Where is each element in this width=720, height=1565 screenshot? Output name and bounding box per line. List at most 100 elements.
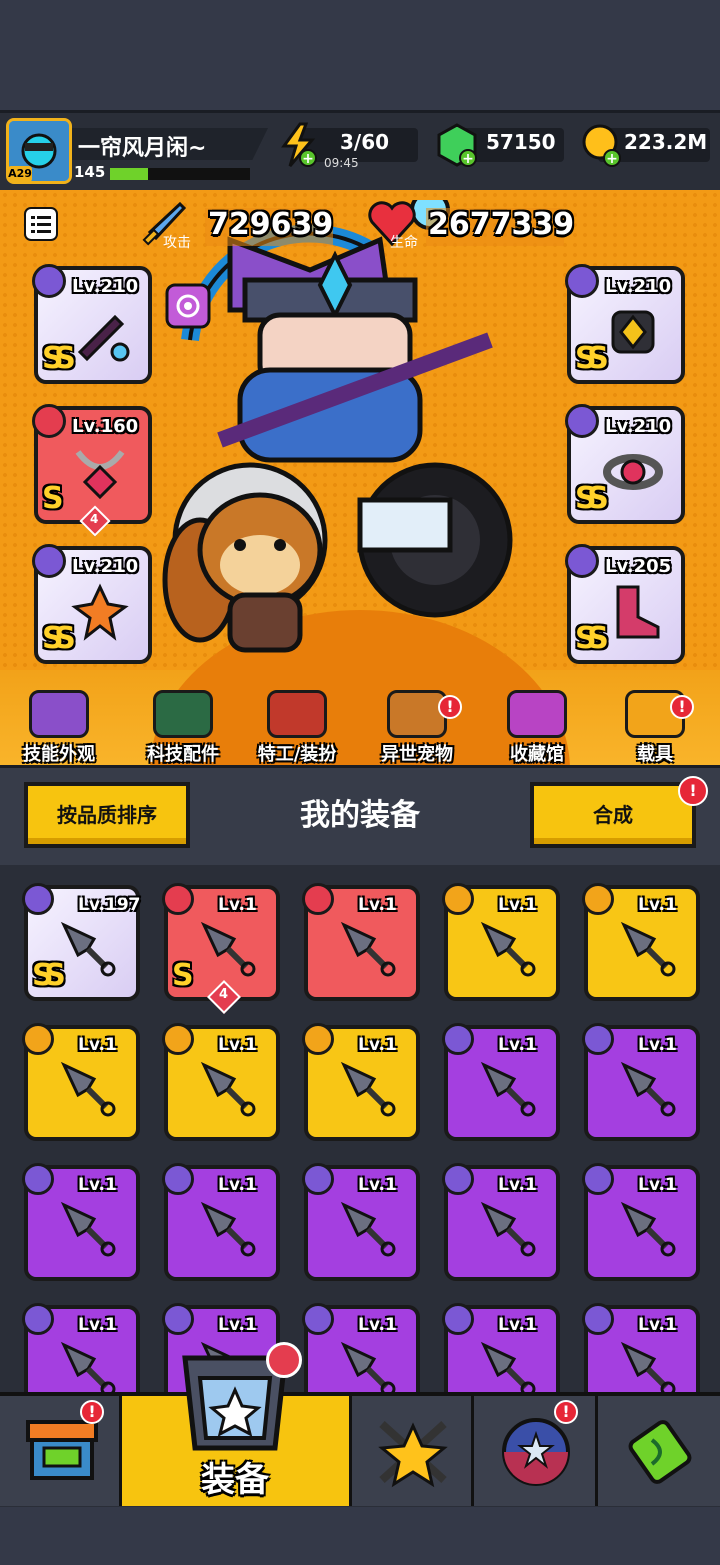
equipment-type-icon [22, 883, 54, 915]
equipment-type-icon [582, 883, 614, 915]
slot-weapon[interactable]: Lv.210 SS [32, 264, 152, 384]
nav-gacha[interactable] [474, 1396, 598, 1506]
kunai-item-icon [200, 1201, 256, 1257]
equipment-card[interactable]: Lv.1 [22, 1163, 140, 1281]
energy-value: 3/60 [340, 130, 390, 154]
slot-armor[interactable]: Lv.210 SS [565, 264, 685, 384]
gem-icon: + [437, 123, 477, 167]
nav-skills[interactable] [352, 1396, 474, 1506]
kunai-item-icon [480, 1341, 536, 1397]
pet-squirrel-menu-icon [387, 690, 447, 738]
equipment-type-icon [582, 1163, 614, 1195]
equipment-card[interactable]: Lv.1 [442, 1023, 560, 1141]
equipment-level: Lv.1 [358, 1175, 397, 1195]
svg-text:+: + [462, 151, 474, 167]
equipment-level: Lv.1 [638, 1035, 677, 1055]
slot-rank: SS [42, 341, 76, 376]
kunai-item-icon [60, 921, 116, 977]
slot-rank: SS [575, 341, 609, 376]
coin-value: 223.2M [624, 130, 708, 154]
merge-alert-badge: ! [678, 776, 708, 806]
hp-label: 生命 [390, 235, 418, 251]
equipment-card[interactable]: Lv.1 [302, 883, 420, 1001]
equipment-level: Lv.197 [78, 895, 141, 915]
equipment-rank: S [172, 958, 193, 993]
equipment-level: Lv.1 [78, 1175, 117, 1195]
tech-hex-icon [153, 690, 213, 738]
menu-skill-skins[interactable]: 技能外观 [4, 690, 114, 766]
svg-text:+: + [302, 151, 314, 167]
menu-label: 载具 [637, 744, 673, 765]
armor-item-icon [611, 310, 655, 354]
nav-lab[interactable] [598, 1396, 720, 1506]
menu-vehicles[interactable]: 载具 [600, 690, 710, 766]
equipment-type-icon [162, 1303, 194, 1335]
slot-glove[interactable]: Lv.210 SS [32, 544, 152, 664]
player-name: 一帘风月闲~ [78, 136, 207, 161]
equipment-grid: Lv.197 SS Lv.1 S 4 Lv.1 Lv.1 Lv.1 Lv.1 Lv.1 Lv.1 Lv… [0, 865, 720, 1421]
slot-boots[interactable]: Lv.205 SS [565, 544, 685, 664]
menu-agent-outfit[interactable]: 特工/装扮 [242, 690, 352, 766]
equipment-rank: SS [32, 958, 66, 993]
kunai-item-icon [340, 1201, 396, 1257]
equipment-card[interactable]: Lv.1 [442, 1163, 560, 1281]
slot-level: Lv.210 [605, 276, 672, 297]
slot-stars: 4 [90, 512, 99, 526]
glove-item-icon [71, 583, 129, 641]
equipment-type-icon [162, 883, 194, 915]
menu-label: 特工/装扮 [257, 744, 337, 765]
equipment-card[interactable]: Lv.1 [442, 883, 560, 1001]
svg-text:+: + [606, 151, 618, 167]
equipment-card[interactable]: Lv.1 [162, 1023, 280, 1141]
kunai-item-icon [480, 921, 536, 977]
equipment-card[interactable]: Lv.1 S 4 [162, 883, 280, 1014]
equipment-type-icon [442, 883, 474, 915]
equipment-level: Lv.1 [498, 1175, 537, 1195]
equipment-level: Lv.1 [358, 1315, 397, 1335]
equipment-type-icon [582, 1303, 614, 1335]
equipment-type-icon [442, 1303, 474, 1335]
equipment-level: Lv.1 [498, 1315, 537, 1335]
shop-icon [26, 1420, 98, 1480]
target-lock-icon[interactable] [165, 283, 211, 329]
equipment-card[interactable]: Lv.1 [582, 1163, 700, 1281]
slot-rank: SS [575, 481, 609, 516]
menu-tech-parts[interactable]: 科技配件 [128, 690, 238, 766]
equipment-level: Lv.1 [218, 1035, 257, 1055]
slot-belt[interactable]: Lv.210 SS [565, 404, 685, 524]
chain-necklace-item-icon [75, 450, 125, 500]
attack-label: 攻击 [163, 235, 191, 251]
agent-face-icon [267, 690, 327, 738]
equipment-type-icon [302, 1023, 334, 1055]
equipment-level: Lv.1 [498, 1035, 537, 1055]
glove-type-icon [32, 544, 66, 578]
sword-item-icon [77, 314, 130, 362]
collection-chest-icon [507, 690, 567, 738]
slot-level: Lv.160 [72, 416, 139, 437]
slot-necklace[interactable]: Lv.160 S 4 [32, 404, 152, 537]
menu-collection-hall[interactable]: 收藏馆 [482, 690, 592, 766]
avatar-tag: A29 [8, 166, 32, 182]
slot-rank: S [42, 481, 63, 516]
equipment-card[interactable]: Lv.1 [582, 1023, 700, 1141]
equipment-type-icon [162, 1163, 194, 1195]
star-ball-icon [502, 1418, 570, 1486]
slot-rank: SS [575, 621, 609, 656]
equipment-card[interactable]: Lv.1 [22, 1023, 140, 1141]
equipment-type-icon [162, 1023, 194, 1055]
equipment-card[interactable]: Lv.1 [302, 1023, 420, 1141]
pet-squirrel-icon[interactable] [160, 480, 340, 660]
equipment-card[interactable]: Lv.197 SS [22, 883, 141, 1001]
equipment-card[interactable]: Lv.1 [162, 1163, 280, 1281]
list-menu-icon[interactable] [24, 207, 58, 241]
equipment-card[interactable]: Lv.1 [582, 883, 700, 1001]
kunai-item-icon [620, 1201, 676, 1257]
menu-label: 科技配件 [147, 744, 219, 765]
vehicles-alert-badge: ! [670, 695, 694, 719]
energy-timer: 09:45 [324, 156, 359, 170]
equipment-card[interactable]: Lv.1 [302, 1163, 420, 1281]
equipment-level: Lv.1 [498, 895, 537, 915]
merge-button[interactable]: 合成 [530, 782, 696, 848]
status-area [0, 0, 720, 110]
energy-icon: + [281, 122, 317, 167]
